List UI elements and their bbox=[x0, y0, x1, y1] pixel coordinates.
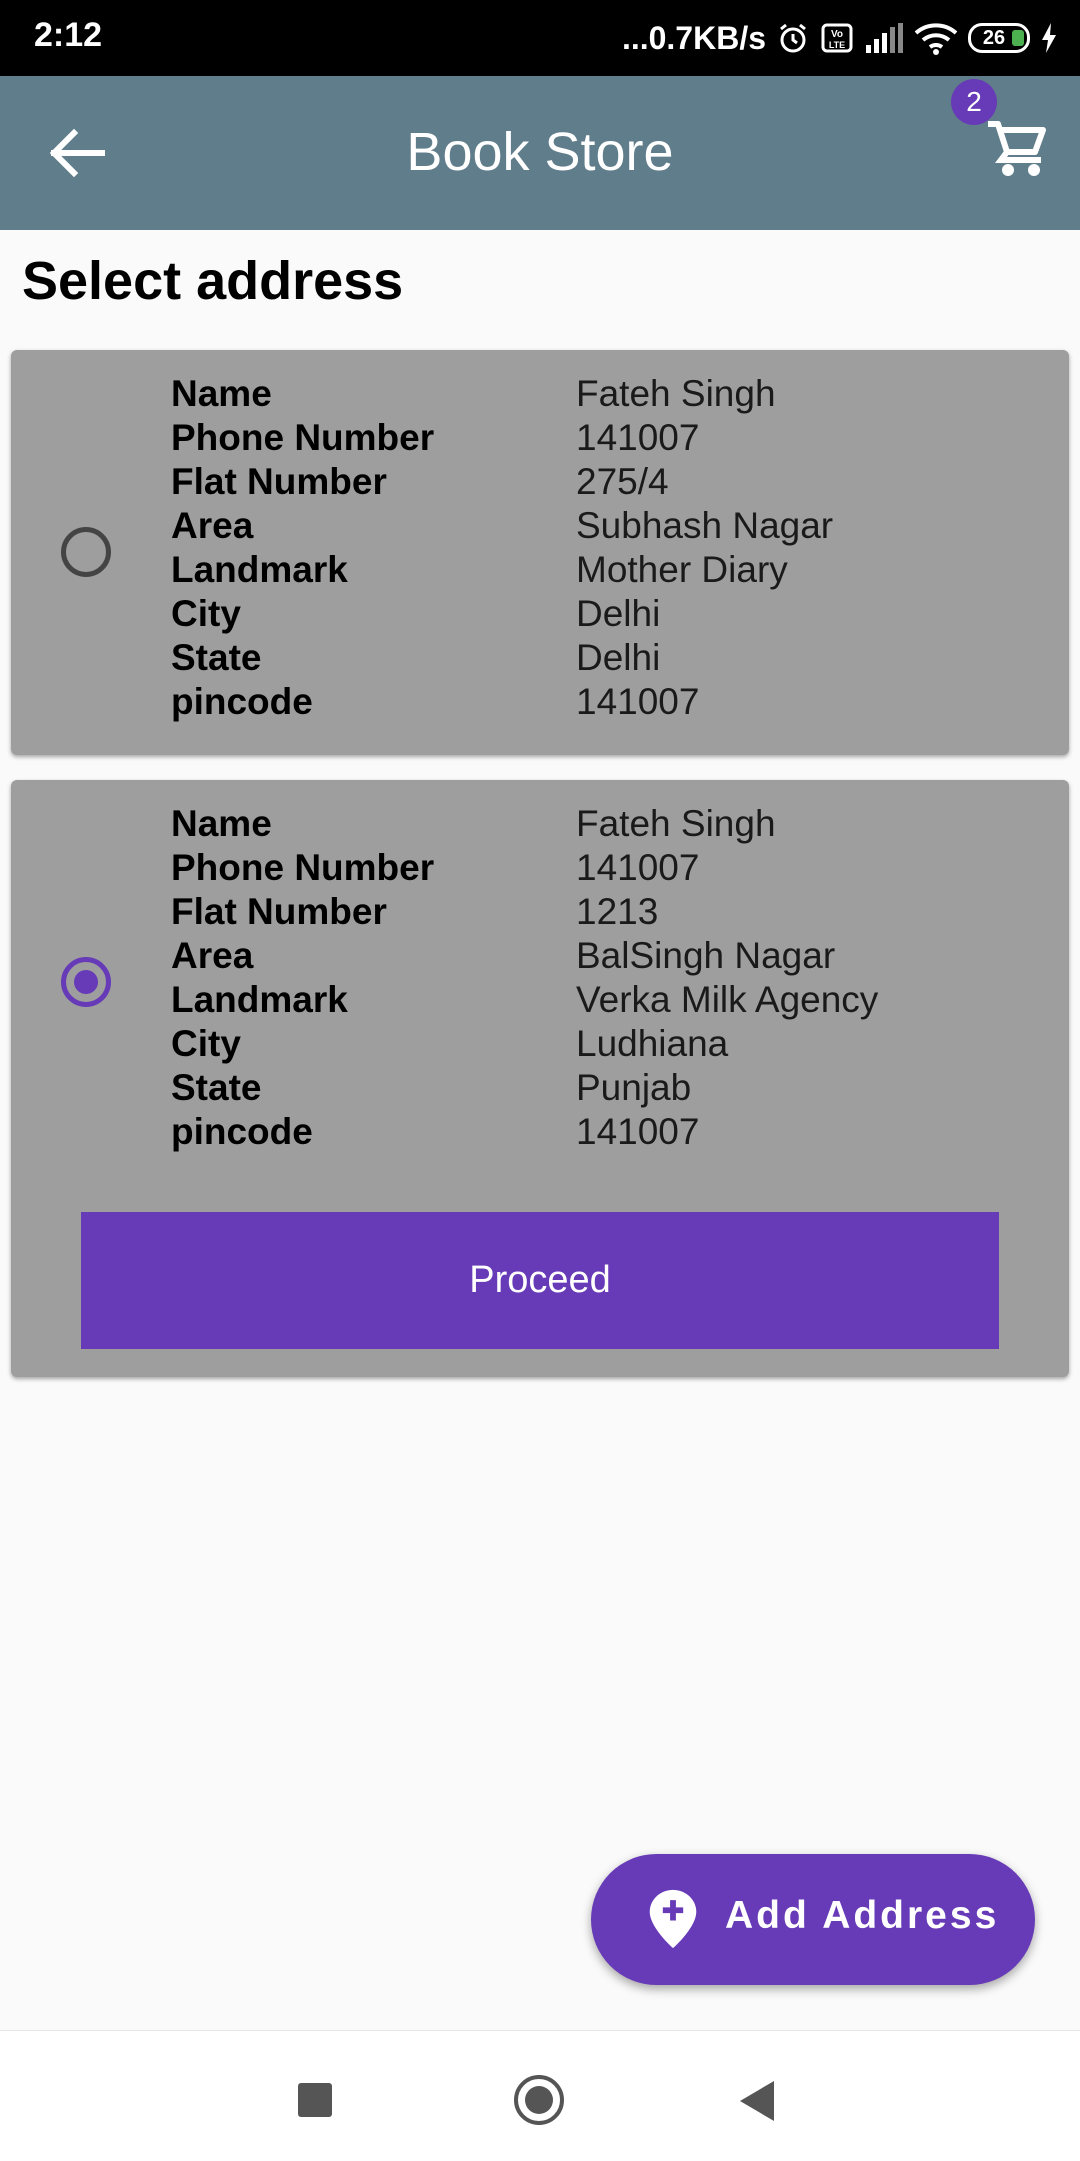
address-row-city: City Delhi bbox=[171, 592, 833, 636]
address-details: Name Fateh Singh Phone Number 141007 Flat … bbox=[171, 372, 833, 724]
address-row-area: Area Subhash Nagar bbox=[171, 504, 833, 548]
address-row-area: Area BalSingh Nagar bbox=[171, 934, 878, 978]
row-value: Verka Milk Agency bbox=[576, 979, 879, 1020]
proceed-button[interactable]: Proceed bbox=[81, 1212, 999, 1349]
address-row-city: City Ludhiana bbox=[171, 1022, 878, 1066]
row-value: Punjab bbox=[576, 1067, 692, 1108]
signal-icon bbox=[866, 23, 903, 53]
system-nav-bar bbox=[0, 2030, 1080, 2161]
app-title: Book Store bbox=[406, 122, 674, 182]
row-label: Landmark bbox=[171, 979, 348, 1020]
home-icon[interactable] bbox=[514, 2075, 564, 2125]
address-row-phone: Phone Number 141007 bbox=[171, 416, 833, 460]
row-value: Delhi bbox=[576, 637, 661, 678]
cart-count-badge: 2 bbox=[951, 79, 997, 125]
row-label: pincode bbox=[171, 681, 313, 722]
row-label: State bbox=[171, 637, 262, 678]
address-row-flat: Flat Number 1213 bbox=[171, 890, 878, 934]
row-value: Mother Diary bbox=[576, 549, 788, 590]
row-label: Phone Number bbox=[171, 417, 435, 458]
row-value: 141007 bbox=[576, 1111, 700, 1152]
app-bar: Book Store 2 bbox=[0, 76, 1080, 230]
address-row-flat: Flat Number 275/4 bbox=[171, 460, 833, 504]
row-label: Area bbox=[171, 935, 254, 976]
row-label: Phone Number bbox=[171, 847, 435, 888]
address-row-state: State Punjab bbox=[171, 1066, 878, 1110]
volte-icon: VoLTE bbox=[821, 23, 853, 53]
row-label: pincode bbox=[171, 1111, 313, 1152]
row-label: Name bbox=[171, 373, 272, 414]
address-card-selected[interactable]: Name Fateh Singh Phone Number 141007 Flat … bbox=[11, 780, 1069, 1377]
address-details: Name Fateh Singh Phone Number 141007 Flat … bbox=[171, 802, 878, 1154]
status-icons: ...0.7KB/s Vo LTE 26 bbox=[622, 14, 1058, 62]
add-address-button[interactable]: Add Address bbox=[591, 1854, 1035, 1985]
row-label: Landmark bbox=[171, 549, 348, 590]
address-row-pincode: pincode 141007 bbox=[171, 680, 833, 724]
row-value: 141007 bbox=[576, 847, 700, 888]
battery-icon: 26 bbox=[968, 23, 1030, 53]
row-label: State bbox=[171, 1067, 262, 1108]
add-address-label: Add Address bbox=[725, 1894, 1000, 1937]
address-radio[interactable] bbox=[61, 527, 111, 577]
row-value: Fateh Singh bbox=[576, 803, 776, 844]
row-value: Delhi bbox=[576, 593, 661, 634]
recents-icon[interactable] bbox=[298, 2083, 332, 2117]
row-value: 1213 bbox=[576, 891, 659, 932]
address-row-landmark: Landmark Mother Diary bbox=[171, 548, 833, 592]
charging-icon bbox=[1042, 23, 1056, 53]
network-speed: ...0.7KB/s bbox=[621, 19, 766, 56]
add-location-icon bbox=[649, 1889, 697, 1949]
address-row-phone: Phone Number 141007 bbox=[171, 846, 878, 890]
address-row-state: State Delhi bbox=[171, 636, 833, 680]
address-radio-selected[interactable] bbox=[61, 957, 111, 1007]
address-card[interactable]: Name Fateh Singh Phone Number 141007 Flat … bbox=[11, 350, 1069, 755]
shopping-cart-icon[interactable] bbox=[986, 118, 1046, 178]
row-label: City bbox=[171, 1023, 241, 1064]
row-value: Subhash Nagar bbox=[576, 505, 834, 546]
row-label: Area bbox=[171, 505, 254, 546]
page-title: Select address bbox=[22, 251, 404, 311]
row-value: 275/4 bbox=[576, 461, 669, 502]
status-bar: 2:12 ...0.7KB/s Vo LTE 26 bbox=[0, 0, 1080, 76]
row-value: 141007 bbox=[576, 681, 700, 722]
row-value: 141007 bbox=[576, 417, 700, 458]
nav-back-icon[interactable] bbox=[740, 2081, 774, 2121]
address-row-pincode: pincode 141007 bbox=[171, 1110, 878, 1154]
row-value: Fateh Singh bbox=[576, 373, 776, 414]
row-label: Flat Number bbox=[171, 891, 387, 932]
wifi-icon bbox=[914, 23, 958, 55]
address-row-landmark: Landmark Verka Milk Agency bbox=[171, 978, 878, 1022]
address-row-name: Name Fateh Singh bbox=[171, 372, 833, 416]
battery-level: 26 bbox=[982, 26, 1006, 49]
address-row-name: Name Fateh Singh bbox=[171, 802, 878, 846]
row-value: Ludhiana bbox=[576, 1023, 729, 1064]
row-value: BalSingh Nagar bbox=[576, 935, 836, 976]
svg-text:LTE: LTE bbox=[829, 40, 845, 50]
status-time: 2:12 bbox=[34, 16, 103, 54]
row-label: Flat Number bbox=[171, 461, 387, 502]
svg-text:Vo: Vo bbox=[831, 29, 843, 40]
row-label: Name bbox=[171, 803, 272, 844]
row-label: City bbox=[171, 593, 241, 634]
alarm-icon bbox=[780, 23, 806, 53]
